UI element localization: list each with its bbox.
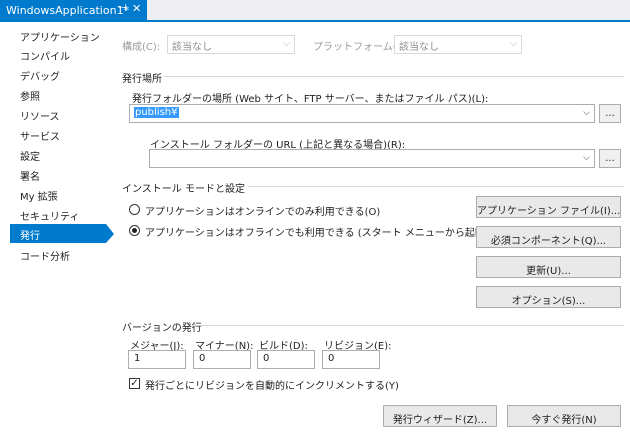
offline-radio[interactable] xyxy=(129,225,140,236)
publish-folder-combo[interactable]: publish¥ ⌵ xyxy=(129,104,595,123)
sidebar-item-signing[interactable]: 署名 xyxy=(10,165,106,184)
publish-folder-value: publish¥ xyxy=(134,107,179,118)
sidebar-item-resources[interactable]: リソース xyxy=(10,105,106,124)
online-only-radio[interactable] xyxy=(129,204,140,215)
group-divider xyxy=(248,186,624,187)
project-properties-sidebar: アプリケーション コンパイル デバッグ 参照 リソース サービス 設定 署名 M… xyxy=(0,22,114,436)
sidebar-item-security[interactable]: セキュリティ xyxy=(10,205,106,224)
sidebar-item-settings[interactable]: 設定 xyxy=(10,145,106,164)
publish-folder-label: 発行フォルダーの場所 (Web サイト、FTP サーバー、またはファイル パス)… xyxy=(132,94,489,105)
publish-wizard-button[interactable]: 発行ウィザード(Z)... xyxy=(383,405,497,427)
chevron-down-icon: ⌵ xyxy=(583,108,590,118)
chevron-down-icon: ⌵ xyxy=(583,153,590,163)
sidebar-item-my-extensions[interactable]: My 拡張 xyxy=(10,185,106,204)
config-value: 該当なし xyxy=(172,42,212,53)
config-dropdown[interactable]: 該当なし ⌵ xyxy=(167,35,295,54)
application-files-button[interactable]: アプリケーション ファイル(I)... xyxy=(476,196,621,218)
document-tab-title: WindowsApplication1* xyxy=(6,4,130,17)
sidebar-item-services[interactable]: サービス xyxy=(10,125,106,144)
close-icon[interactable]: ✕ xyxy=(132,2,141,15)
auto-increment-label[interactable]: 発行ごとにリビジョンを自動的にインクリメントする(Y) xyxy=(145,377,399,392)
platform-dropdown[interactable]: 該当なし ⌵ xyxy=(394,35,522,54)
sidebar-item-publish[interactable]: 発行 xyxy=(10,224,114,243)
major-input[interactable]: 1 xyxy=(128,350,186,369)
group-divider xyxy=(192,325,624,326)
offline-label[interactable]: アプリケーションはオフラインでも利用できる (スタート メニューから起動可能)(… xyxy=(145,224,525,239)
chevron-down-icon: ⌵ xyxy=(283,39,290,49)
sidebar-item-references[interactable]: 参照 xyxy=(10,85,106,104)
publish-now-button[interactable]: 今すぐ発行(N) xyxy=(507,405,621,427)
browse-install-url-button[interactable]: ... xyxy=(599,149,621,168)
auto-increment-checkbox[interactable]: ✓ xyxy=(129,378,140,389)
sidebar-item-application[interactable]: アプリケーション xyxy=(10,26,106,45)
document-tab[interactable]: WindowsApplication1* ⊣ ✕ xyxy=(0,0,147,20)
browse-publish-folder-button[interactable]: ... xyxy=(599,104,621,123)
sidebar-item-code-analysis[interactable]: コード分析 xyxy=(10,245,106,264)
prerequisites-button[interactable]: 必須コンポーネント(Q)... xyxy=(476,226,621,248)
sidebar-item-compile[interactable]: コンパイル xyxy=(10,45,106,64)
online-only-label[interactable]: アプリケーションはオンラインでのみ利用できる(O) xyxy=(145,203,380,218)
chevron-down-icon: ⌵ xyxy=(510,39,517,49)
minor-input[interactable]: 0 xyxy=(193,350,251,369)
options-button[interactable]: オプション(S)... xyxy=(476,286,621,308)
build-input[interactable]: 0 xyxy=(257,350,315,369)
publish-location-group-title: 発行場所 xyxy=(122,74,162,85)
platform-value: 該当なし xyxy=(399,42,439,53)
updates-button[interactable]: 更新(U)... xyxy=(476,256,621,278)
group-divider xyxy=(164,76,624,77)
sidebar-item-debug[interactable]: デバッグ xyxy=(10,65,106,84)
install-mode-group-title: インストール モードと設定 xyxy=(122,184,245,195)
install-url-combo[interactable]: ⌵ xyxy=(149,149,595,168)
config-label: 構成(C): xyxy=(122,42,161,53)
publish-version-group-title: バージョンの発行 xyxy=(122,323,202,334)
revision-input[interactable]: 0 xyxy=(322,350,380,369)
pin-icon[interactable]: ⊣ xyxy=(118,3,127,14)
